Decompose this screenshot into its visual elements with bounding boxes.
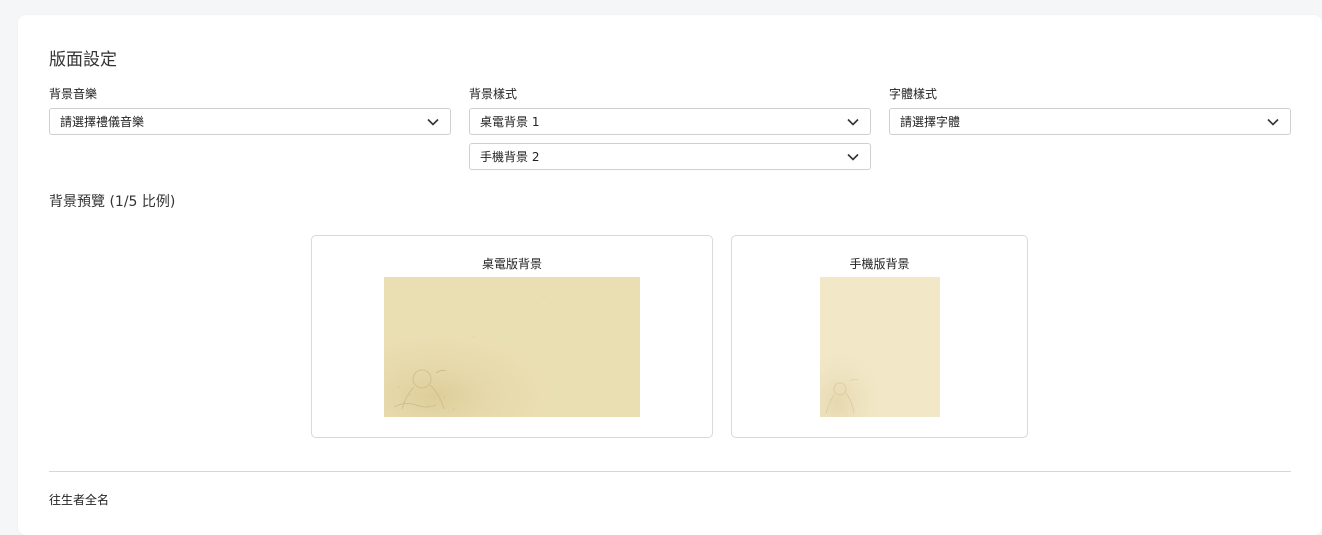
music-select-value: 請選擇禮儀音樂 (60, 115, 145, 129)
section-divider (49, 471, 1291, 472)
mobile-background-value: 手機背景 2 (480, 150, 540, 164)
mobile-preview-label: 手機版背景 (849, 257, 910, 271)
desktop-background-select[interactable]: 桌電背景 1 (469, 108, 871, 135)
mobile-preview-box: 手機版背景 (731, 235, 1028, 438)
desktop-background-thumbnail (384, 277, 640, 417)
chevron-down-icon (426, 115, 440, 129)
desktop-background-value: 桌電背景 1 (480, 115, 540, 129)
mobile-background-select[interactable]: 手機背景 2 (469, 143, 871, 170)
background-style-label: 背景樣式 (469, 87, 518, 101)
layout-settings-card: 版面設定 背景音樂 請選擇禮儀音樂 背景樣式 桌電背景 1 手機背景 2 字體樣… (18, 15, 1322, 535)
font-style-value: 請選擇字體 (900, 115, 961, 129)
chevron-down-icon (1266, 115, 1280, 129)
chevron-down-icon (846, 150, 860, 164)
font-style-select[interactable]: 請選擇字體 (889, 108, 1291, 135)
desktop-preview-label: 桌電版背景 (481, 257, 542, 271)
font-style-label: 字體樣式 (889, 87, 938, 101)
chevron-down-icon (846, 115, 860, 129)
music-label: 背景音樂 (49, 87, 98, 101)
preview-title: 背景預覽 (1/5 比例) (49, 194, 176, 210)
deceased-full-name-label: 往生者全名 (49, 493, 110, 507)
section-title: 版面設定 (49, 50, 117, 70)
mobile-background-thumbnail (820, 277, 940, 417)
music-select[interactable]: 請選擇禮儀音樂 (49, 108, 451, 135)
desktop-preview-box: 桌電版背景 (311, 235, 713, 438)
